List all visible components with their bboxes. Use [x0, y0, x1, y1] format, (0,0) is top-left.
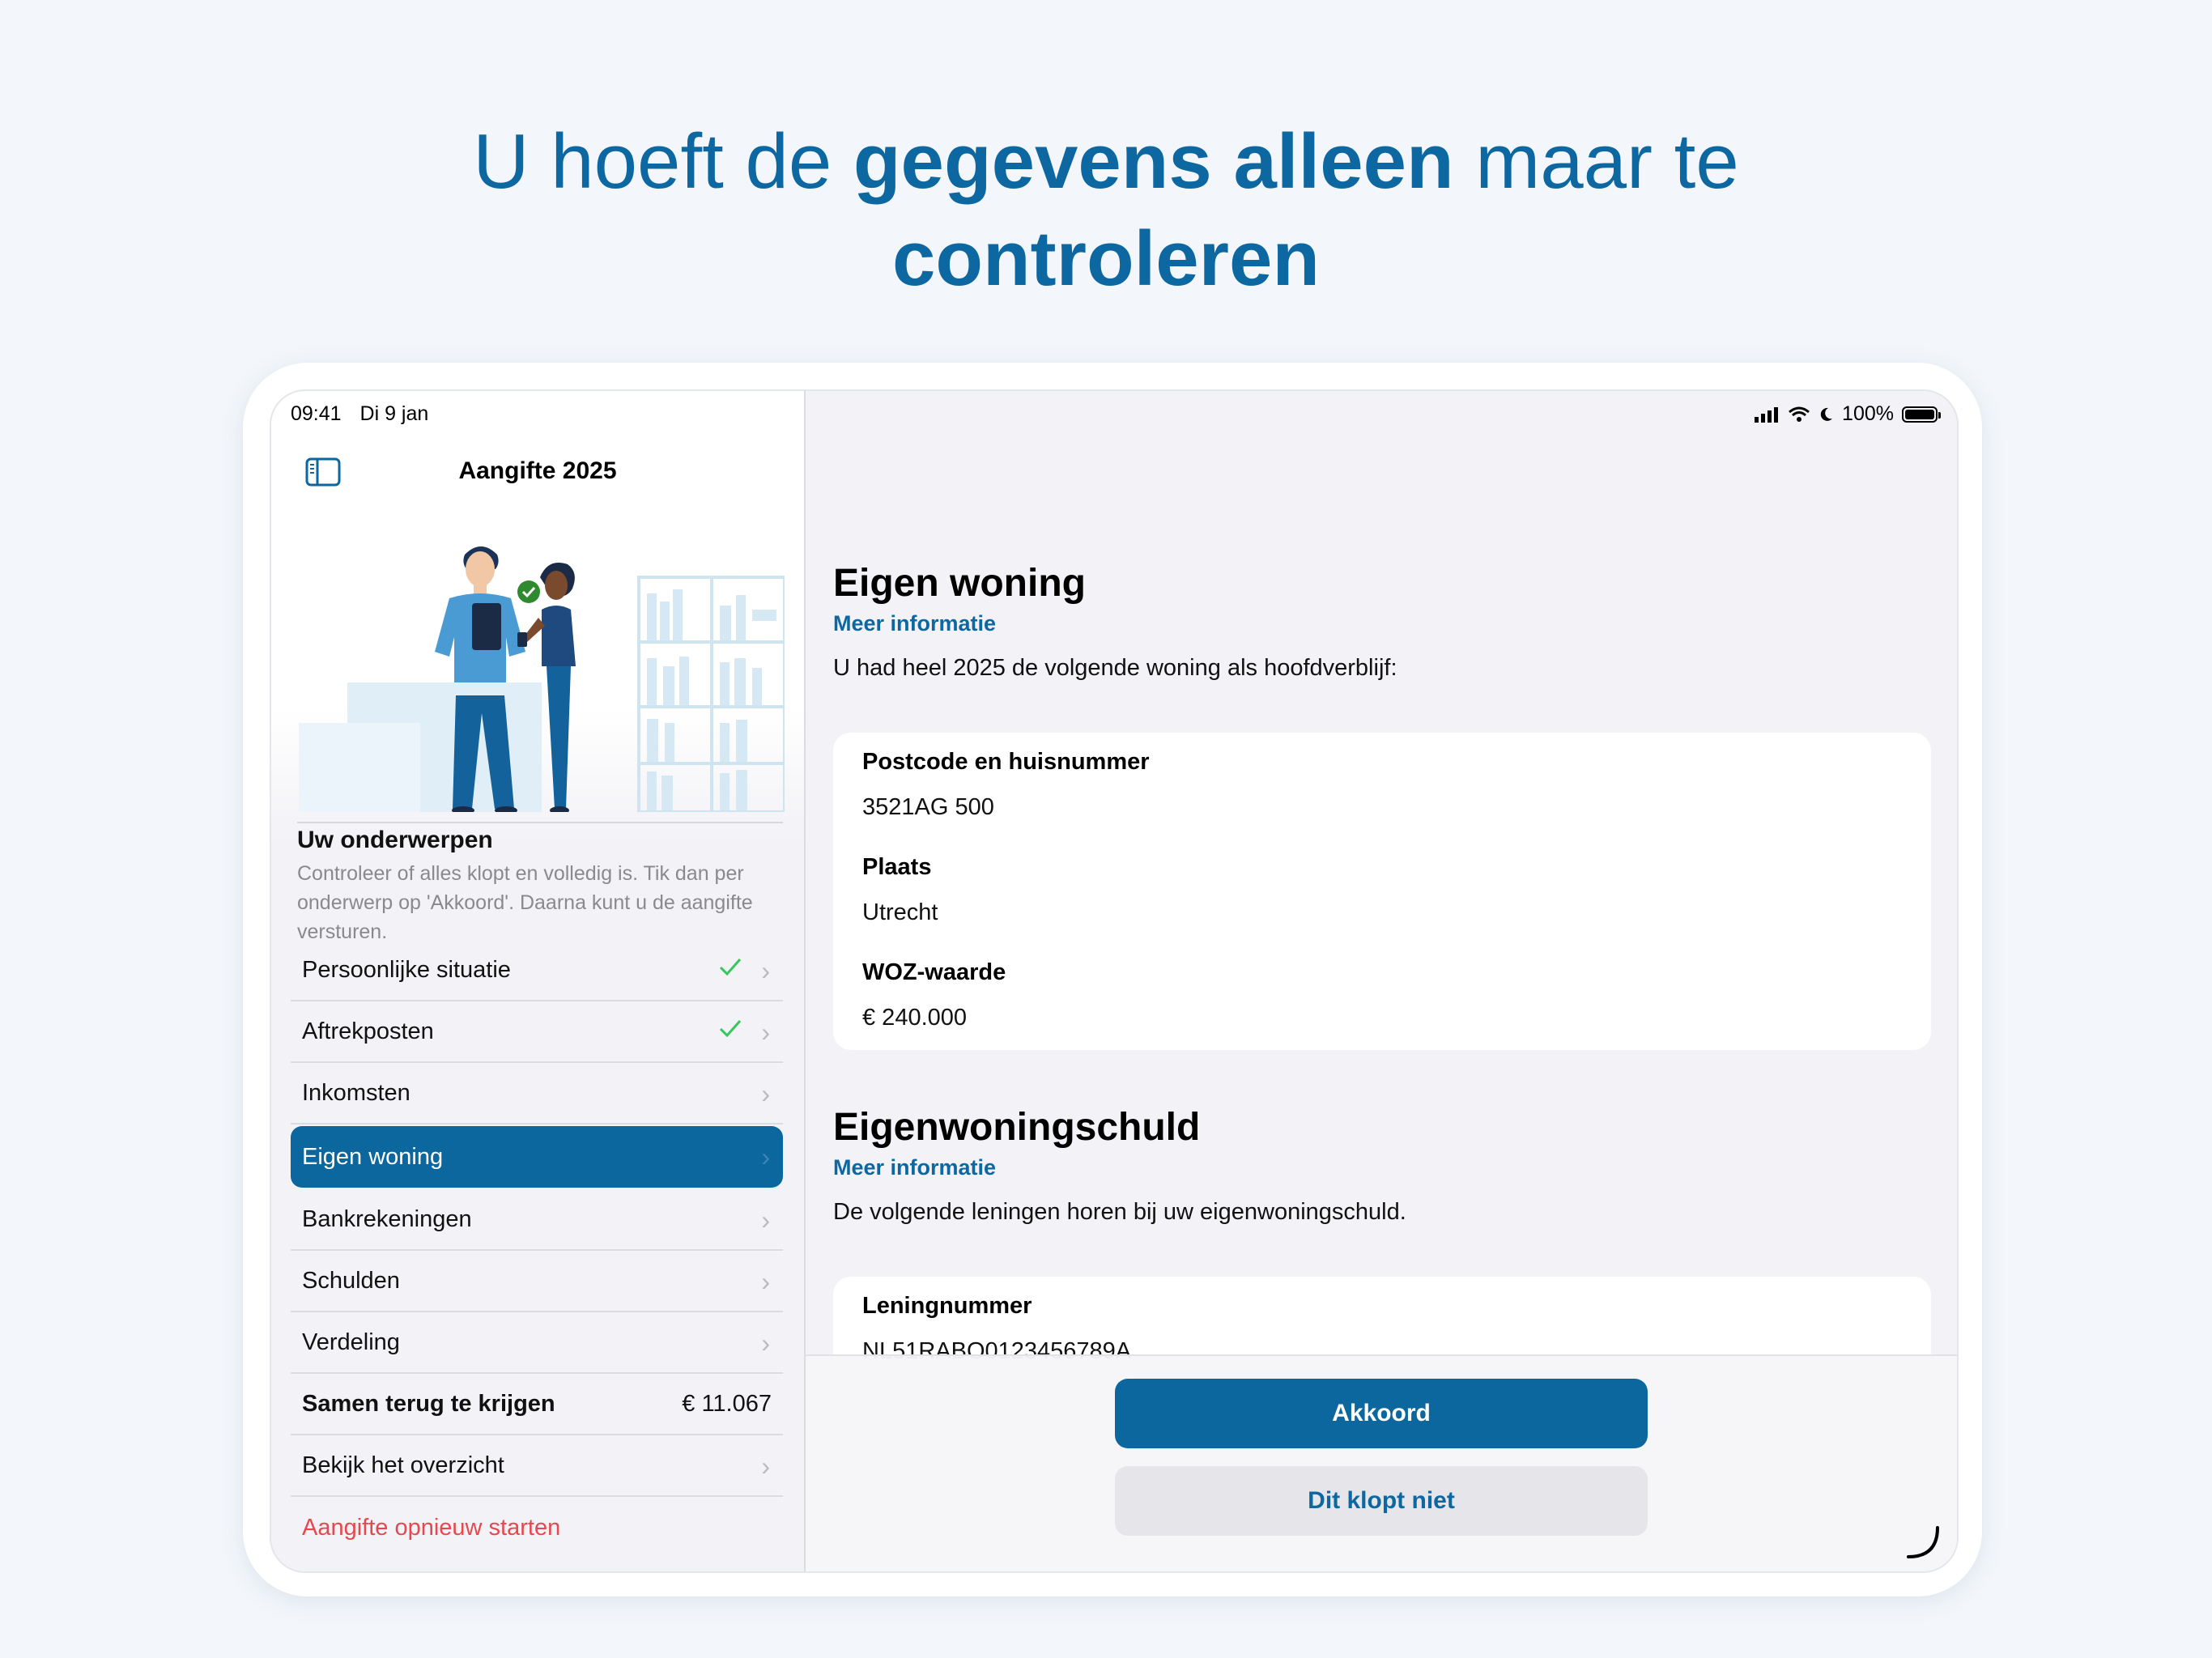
- headline-bold: controleren: [891, 215, 1321, 302]
- chevron-right-icon: ›: [761, 1079, 770, 1108]
- status-bar-left: 09:41 Di 9 jan: [291, 402, 441, 426]
- sidebar-title: Aangifte 2025: [458, 457, 617, 484]
- topic-label: Verdeling: [302, 1329, 400, 1355]
- topic-aftrekposten[interactable]: Aftrekposten ›: [291, 1001, 783, 1063]
- accept-button[interactable]: Akkoord: [1115, 1379, 1648, 1448]
- headline-text: U hoeft de: [473, 118, 853, 205]
- divider: [297, 822, 783, 823]
- field-label: Leningnummer: [862, 1293, 1032, 1319]
- chevron-right-icon: ›: [761, 1267, 770, 1296]
- topic-schulden[interactable]: Schulden ›: [291, 1251, 783, 1312]
- checkmark-icon: [719, 1020, 742, 1038]
- topic-label: Inkomsten: [302, 1079, 410, 1106]
- status-bar-right: 100%: [1755, 402, 1941, 426]
- moon-icon: [1820, 407, 1833, 421]
- topic-label: Schulden: [302, 1267, 400, 1294]
- chevron-right-icon: ›: [761, 1142, 770, 1171]
- headline-line-1: U hoeft de gegevens alleen maar te: [0, 113, 2212, 210]
- topic-verdeling[interactable]: Verdeling ›: [291, 1312, 783, 1374]
- field-label: Plaats: [862, 854, 932, 880]
- field-value: 3521AG 500: [862, 794, 994, 820]
- headline-line-2: controleren: [0, 210, 2212, 308]
- field-label: Postcode en huisnummer: [862, 749, 1150, 775]
- headline-bold: gegevens alleen: [853, 118, 1454, 205]
- tablet-frame: 09:41 Di 9 jan Aangifte 2025 Uw onderwer…: [243, 363, 1982, 1596]
- topic-bankrekeningen[interactable]: Bankrekeningen ›: [291, 1189, 783, 1251]
- headline-text: maar te: [1453, 118, 1739, 205]
- more-info-link[interactable]: Meer informatie: [833, 611, 996, 636]
- woning-intro: U had heel 2025 de volgende woning als h…: [833, 655, 1397, 681]
- checkmark-icon: [719, 959, 742, 976]
- topic-label: Bankrekeningen: [302, 1205, 472, 1232]
- field-value: € 240.000: [862, 1005, 968, 1031]
- section-title-eigenwoningschuld: Eigenwoningschuld: [833, 1106, 1201, 1149]
- topic-eigen-woning[interactable]: Eigen woning ›: [291, 1126, 783, 1188]
- illustration-people-checking: [299, 546, 785, 812]
- status-date: Di 9 jan: [359, 402, 429, 425]
- action-footer: Akkoord Dit klopt niet: [806, 1354, 1957, 1571]
- topics-description: Controleer of alles klopt en volledig is…: [297, 862, 753, 943]
- topic-label: Eigen woning: [302, 1143, 444, 1170]
- schuld-intro: De volgende leningen horen bij uw eigenw…: [833, 1199, 1406, 1225]
- refund-total-row: Samen terug te krijgen € 11.067: [291, 1374, 783, 1435]
- more-info-link[interactable]: Meer informatie: [833, 1155, 996, 1180]
- woning-card: Postcode en huisnummer 3521AG 500 Plaats…: [833, 733, 1931, 1050]
- topic-inkomsten[interactable]: Inkomsten ›: [291, 1063, 783, 1124]
- topic-label: Aftrekposten: [302, 1018, 434, 1044]
- page-headline: U hoeft de gegevens alleen maar te contr…: [0, 113, 2212, 308]
- status-time: 09:41: [291, 402, 342, 425]
- topic-persoonlijke-situatie[interactable]: Persoonlijke situatie ›: [291, 940, 783, 1001]
- chevron-right-icon: ›: [761, 1452, 770, 1481]
- sidebar: 09:41 Di 9 jan Aangifte 2025 Uw onderwer…: [271, 391, 806, 1571]
- refund-total-label: Samen terug te krijgen: [302, 1390, 555, 1417]
- chevron-right-icon: ›: [761, 1329, 770, 1358]
- chevron-right-icon: ›: [761, 1018, 770, 1047]
- battery-percentage: 100%: [1842, 402, 1894, 425]
- topics-list: Persoonlijke situatie › Aftrekposten › I…: [291, 940, 783, 1558]
- incorrect-button[interactable]: Dit klopt niet: [1115, 1466, 1648, 1536]
- view-overview-label: Bekijk het overzicht: [302, 1452, 504, 1478]
- battery-icon: [1902, 406, 1941, 423]
- detail-pane: 100% Eigen woning Meer informatie U had …: [806, 391, 1957, 1571]
- field-label: WOZ-waarde: [862, 959, 1006, 985]
- wifi-icon: [1789, 406, 1810, 422]
- topics-header: Uw onderwerpen Controleer of alles klopt…: [297, 822, 783, 946]
- section-title-eigen-woning: Eigen woning: [833, 562, 1086, 605]
- refund-total-amount: € 11.067: [682, 1390, 772, 1417]
- resize-corner-icon: [1907, 1526, 1939, 1558]
- restart-label: Aangifte opnieuw starten: [302, 1514, 561, 1541]
- cellular-signal-icon: [1755, 406, 1779, 423]
- topic-label: Persoonlijke situatie: [302, 956, 511, 983]
- chevron-right-icon: ›: [761, 1205, 770, 1235]
- restart-return-link[interactable]: Aangifte opnieuw starten: [291, 1497, 783, 1558]
- chevron-right-icon: ›: [761, 956, 770, 985]
- field-value: Utrecht: [862, 899, 938, 925]
- tablet-screen: 09:41 Di 9 jan Aangifte 2025 Uw onderwer…: [270, 389, 1959, 1573]
- topics-title: Uw onderwerpen: [297, 827, 493, 853]
- view-overview-item[interactable]: Bekijk het overzicht ›: [291, 1435, 783, 1497]
